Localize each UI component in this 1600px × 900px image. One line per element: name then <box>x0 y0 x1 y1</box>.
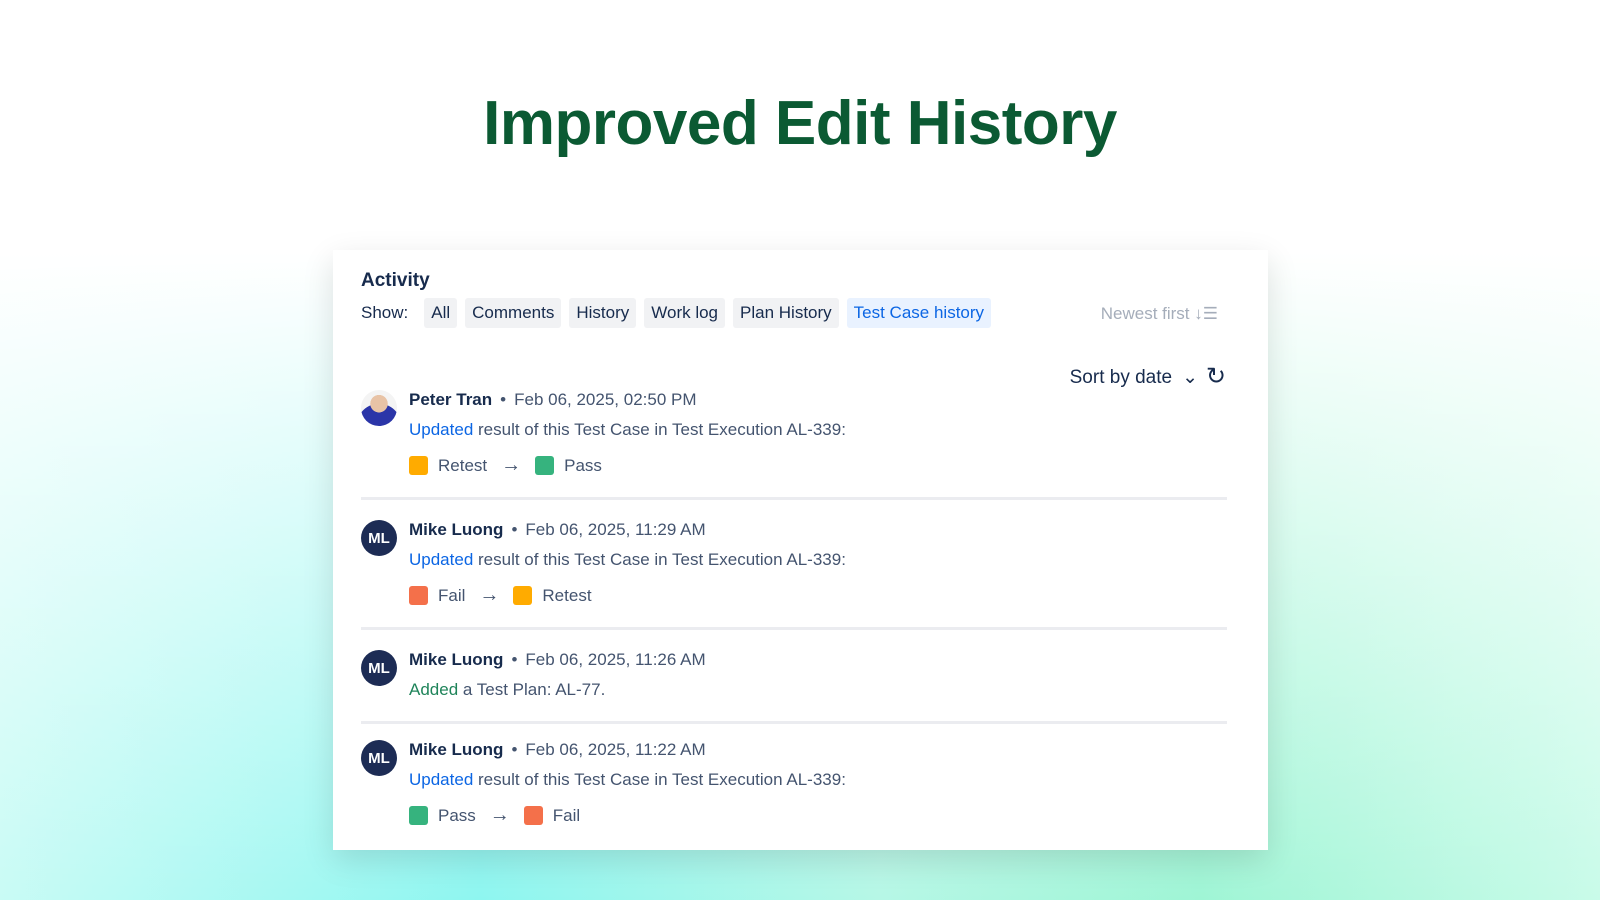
status-swatch <box>409 586 428 605</box>
page-title: Improved Edit History <box>483 89 1117 158</box>
filter-all[interactable]: All <box>424 298 458 328</box>
avatar[interactable]: ML <box>361 650 397 686</box>
arrow-right-icon: → <box>501 454 522 476</box>
status-from: Retest <box>438 455 488 475</box>
separator-dot: • <box>511 740 518 759</box>
action-verb: Updated <box>409 770 474 789</box>
author-name[interactable]: Mike Luong <box>409 650 503 669</box>
author-name[interactable]: Mike Luong <box>409 520 503 539</box>
status-from: Pass <box>438 805 476 825</box>
action-verb: Updated <box>409 420 474 439</box>
activity-panel: Activity Show: All Comments History Work… <box>333 250 1268 850</box>
status-swatch <box>409 806 428 825</box>
status-from: Fail <box>438 585 466 605</box>
filter-comments[interactable]: Comments <box>465 298 562 328</box>
action-text: result of this Test Case in Test Executi… <box>473 770 846 789</box>
sort-dropdown[interactable]: Sort by date ⌄ <box>1070 366 1198 389</box>
timestamp: Feb 06, 2025, 11:22 AM <box>525 740 706 759</box>
action-verb: Added <box>409 680 459 699</box>
timestamp: Feb 06, 2025, 02:50 PM <box>514 390 697 409</box>
activity-filters: Show: All Comments History Work log Plan… <box>361 298 992 328</box>
timestamp: Feb 06, 2025, 11:29 AM <box>525 520 706 539</box>
status-swatch <box>409 456 428 475</box>
refresh-icon[interactable]: ↻ <box>1206 362 1226 391</box>
filter-work-log[interactable]: Work log <box>644 298 726 328</box>
status-change: Retest → Pass <box>409 454 602 477</box>
newest-first-toggle[interactable]: Newest first ↓☰ <box>1101 304 1218 324</box>
action-text: a Test Plan: AL-77. <box>458 680 606 699</box>
activity-entry: Peter Tran • Feb 06, 2025, 02:50 PM Update… <box>361 390 1227 500</box>
status-change: Pass → Fail <box>409 804 580 827</box>
separator-dot: • <box>511 520 518 539</box>
filter-plan-history[interactable]: Plan History <box>733 298 839 328</box>
status-to: Retest <box>542 585 592 605</box>
status-change: Fail → Retest <box>409 584 592 607</box>
arrow-right-icon: → <box>479 584 500 606</box>
activity-entry: ML Mike Luong • Feb 06, 2025, 11:26 AM Add… <box>361 650 1227 724</box>
action-text: result of this Test Case in Test Executi… <box>473 550 846 569</box>
separator-dot: • <box>500 390 507 409</box>
status-to: Pass <box>564 455 602 475</box>
status-swatch <box>535 456 555 475</box>
author-name[interactable]: Mike Luong <box>409 740 503 759</box>
status-swatch <box>523 806 543 825</box>
action-verb: Updated <box>409 550 474 569</box>
status-to: Fail <box>552 805 581 825</box>
show-label: Show: <box>361 303 409 322</box>
author-name[interactable]: Peter Tran <box>409 390 492 409</box>
activity-heading: Activity <box>361 270 430 291</box>
status-swatch <box>513 586 533 605</box>
activity-entry: ML Mike Luong • Feb 06, 2025, 11:22 AM Upd… <box>361 740 1227 870</box>
arrow-right-icon: → <box>489 804 510 826</box>
timestamp: Feb 06, 2025, 11:26 AM <box>525 650 706 669</box>
separator-dot: • <box>511 650 518 669</box>
chevron-down-icon: ⌄ <box>1182 367 1198 388</box>
filter-test-case-history[interactable]: Test Case history <box>846 298 992 328</box>
sort-label: Sort by date <box>1069 366 1173 388</box>
avatar[interactable]: ML <box>361 740 397 776</box>
avatar[interactable]: ML <box>361 520 397 556</box>
activity-entry: ML Mike Luong • Feb 06, 2025, 11:29 AM Upd… <box>361 520 1227 630</box>
action-text: result of this Test Case in Test Executi… <box>473 420 846 439</box>
filter-history[interactable]: History <box>569 298 637 328</box>
avatar[interactable] <box>361 390 397 426</box>
